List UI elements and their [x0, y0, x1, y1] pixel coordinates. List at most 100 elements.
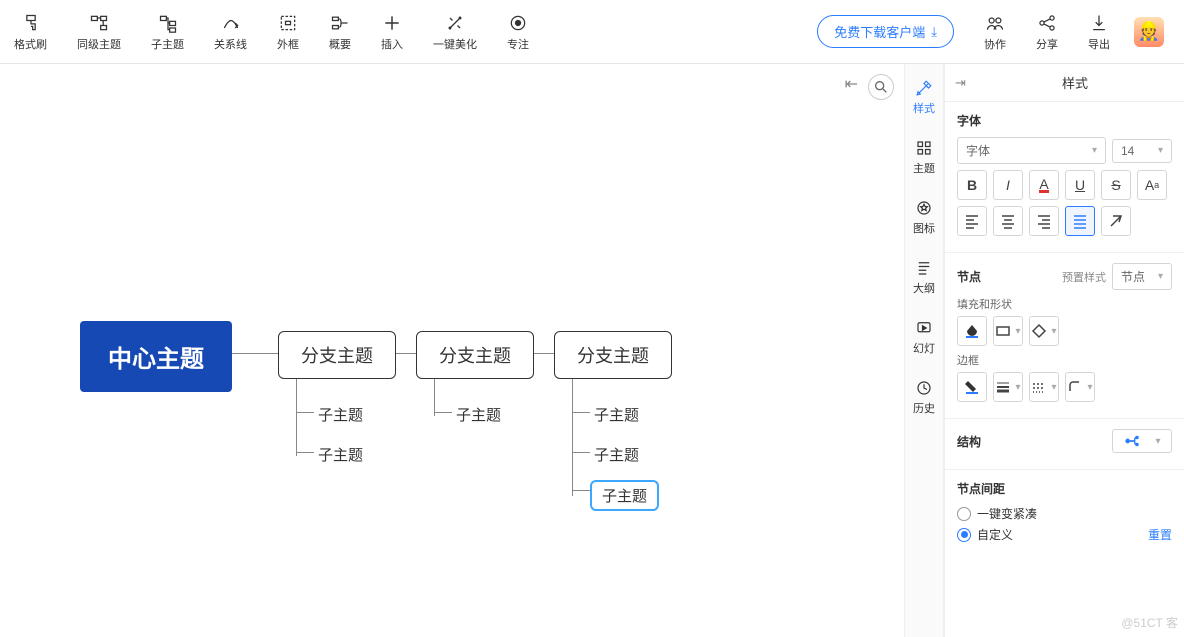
sub-node[interactable]: 子主题: [594, 444, 639, 465]
expand-left-icon[interactable]: ⇤: [845, 74, 858, 100]
node-section: 节点 预置样式 节点 填充和形状 边框: [945, 253, 1184, 419]
underline-button[interactable]: U: [1065, 170, 1095, 200]
spacing-custom-option[interactable]: 自定义 重置: [957, 526, 1172, 543]
user-avatar[interactable]: 👷: [1134, 17, 1164, 47]
font-color-button[interactable]: A: [1029, 170, 1059, 200]
border-corner-button[interactable]: [1065, 372, 1095, 402]
align-right-button[interactable]: [1029, 206, 1059, 236]
style-panel: ⇥ 样式 字体 字体 14 B I A U S Aa: [944, 64, 1184, 637]
border-width-button[interactable]: [993, 372, 1023, 402]
radio-unchecked-icon: [957, 507, 971, 521]
border-label: 边框: [957, 352, 1172, 368]
side-tab-slides[interactable]: 幻灯: [913, 318, 935, 356]
search-button[interactable]: [868, 74, 894, 100]
toolbar-right: 协作 分享 导出 👷: [978, 8, 1164, 56]
sub-node[interactable]: 子主题: [318, 444, 363, 465]
sub-node[interactable]: 子主题: [594, 404, 639, 425]
mindmap-canvas[interactable]: ⇤ 中心主题 分支主题 分支主题 分支主题 子主题 子主题 子主题 子主题 子主…: [0, 64, 904, 637]
text-size-button[interactable]: Aa: [1137, 170, 1167, 200]
font-label: 字体: [957, 112, 1172, 129]
spacing-label: 节点间距: [957, 480, 1172, 497]
tb-label: 关系线: [214, 36, 247, 52]
shape-rect-button[interactable]: [993, 316, 1023, 346]
download-label: 免费下载客户端: [834, 22, 925, 41]
strikethrough-button[interactable]: S: [1101, 170, 1131, 200]
branch-node-2[interactable]: 分支主题: [416, 331, 534, 379]
tb-relation[interactable]: 关系线: [208, 8, 253, 56]
download-client-button[interactable]: 免费下载客户端 ⤓: [817, 15, 954, 48]
insert-icon: [381, 12, 403, 34]
border-style-button[interactable]: [1029, 372, 1059, 402]
export-icon: [1088, 12, 1110, 34]
side-tab-style[interactable]: 样式: [913, 78, 935, 116]
side-tab-label: 图标: [913, 220, 935, 236]
tb-sibling-topic[interactable]: 同级主题: [71, 8, 127, 56]
spacing-compact-option[interactable]: 一键变紧凑: [957, 505, 1172, 522]
align-center-button[interactable]: [993, 206, 1023, 236]
tb-label: 概要: [329, 36, 351, 52]
align-justify-button[interactable]: [1065, 206, 1095, 236]
tb-label: 外框: [277, 36, 299, 52]
tb-sub-topic[interactable]: 子主题: [145, 8, 190, 56]
collab-icon: [984, 12, 1006, 34]
font-family-select[interactable]: 字体: [957, 137, 1106, 164]
spacing-reset-link[interactable]: 重置: [1148, 526, 1172, 543]
italic-button[interactable]: I: [993, 170, 1023, 200]
tb-label: 专注: [507, 36, 529, 52]
tb-frame[interactable]: 外框: [271, 8, 305, 56]
tb-label: 一键美化: [433, 36, 477, 52]
tb-focus[interactable]: 专注: [501, 8, 535, 56]
tb-beautify[interactable]: 一键美化: [427, 8, 483, 56]
clear-format-button[interactable]: [1101, 206, 1131, 236]
toolbar-left: 格式刷 同级主题 子主题 关系线 外框 概要 插入 一键美化: [8, 8, 535, 56]
side-tab-theme[interactable]: 主题: [913, 138, 935, 176]
sub-node[interactable]: 子主题: [456, 404, 501, 425]
tb-share[interactable]: 分享: [1030, 8, 1064, 56]
relation-icon: [220, 12, 242, 34]
tb-format-painter[interactable]: 格式刷: [8, 8, 53, 56]
tb-insert[interactable]: 插入: [375, 8, 409, 56]
panel-title: 样式: [976, 73, 1174, 92]
shape-diamond-button[interactable]: [1029, 316, 1059, 346]
frame-icon: [277, 12, 299, 34]
theme-icon: [914, 138, 934, 158]
align-left-button[interactable]: [957, 206, 987, 236]
branch-node-1[interactable]: 分支主题: [278, 331, 396, 379]
side-tab-history[interactable]: 历史: [913, 378, 935, 416]
tb-export[interactable]: 导出: [1082, 8, 1116, 56]
sub-topic-icon: [157, 12, 179, 34]
tb-label: 同级主题: [77, 36, 121, 52]
tb-label: 导出: [1088, 36, 1110, 52]
node-type-select[interactable]: 节点: [1112, 263, 1172, 290]
history-icon: [914, 378, 934, 398]
sub-node-selected[interactable]: 子主题: [590, 480, 659, 511]
tb-label: 协作: [984, 36, 1006, 52]
focus-icon: [507, 12, 529, 34]
preset-label: 预置样式: [1062, 269, 1106, 285]
tb-label: 分享: [1036, 36, 1058, 52]
branch-node-3[interactable]: 分支主题: [554, 331, 672, 379]
bold-button[interactable]: B: [957, 170, 987, 200]
side-tab-icon[interactable]: 图标: [913, 198, 935, 236]
collapse-panel-icon[interactable]: ⇥: [955, 75, 966, 91]
tb-summary[interactable]: 概要: [323, 8, 357, 56]
spacing-section: 节点间距 一键变紧凑 自定义 重置: [945, 470, 1184, 557]
structure-select[interactable]: [1112, 429, 1172, 453]
font-size-select[interactable]: 14: [1112, 139, 1172, 163]
side-tab-label: 主题: [913, 160, 935, 176]
side-tab-outline[interactable]: 大纲: [913, 258, 935, 296]
style-icon: [914, 78, 934, 98]
sub-node[interactable]: 子主题: [318, 404, 363, 425]
border-color-button[interactable]: [957, 372, 987, 402]
top-toolbar: 格式刷 同级主题 子主题 关系线 外框 概要 插入 一键美化: [0, 0, 1184, 64]
tb-label: 插入: [381, 36, 403, 52]
font-section: 字体 字体 14 B I A U S Aa: [945, 102, 1184, 253]
side-tab-label: 大纲: [913, 280, 935, 296]
central-topic-node[interactable]: 中心主题: [80, 321, 232, 392]
fill-color-button[interactable]: [957, 316, 987, 346]
share-icon: [1036, 12, 1058, 34]
download-icon: ⤓: [931, 24, 937, 40]
format-painter-icon: [20, 12, 42, 34]
tb-collab[interactable]: 协作: [978, 8, 1012, 56]
slides-icon: [914, 318, 934, 338]
